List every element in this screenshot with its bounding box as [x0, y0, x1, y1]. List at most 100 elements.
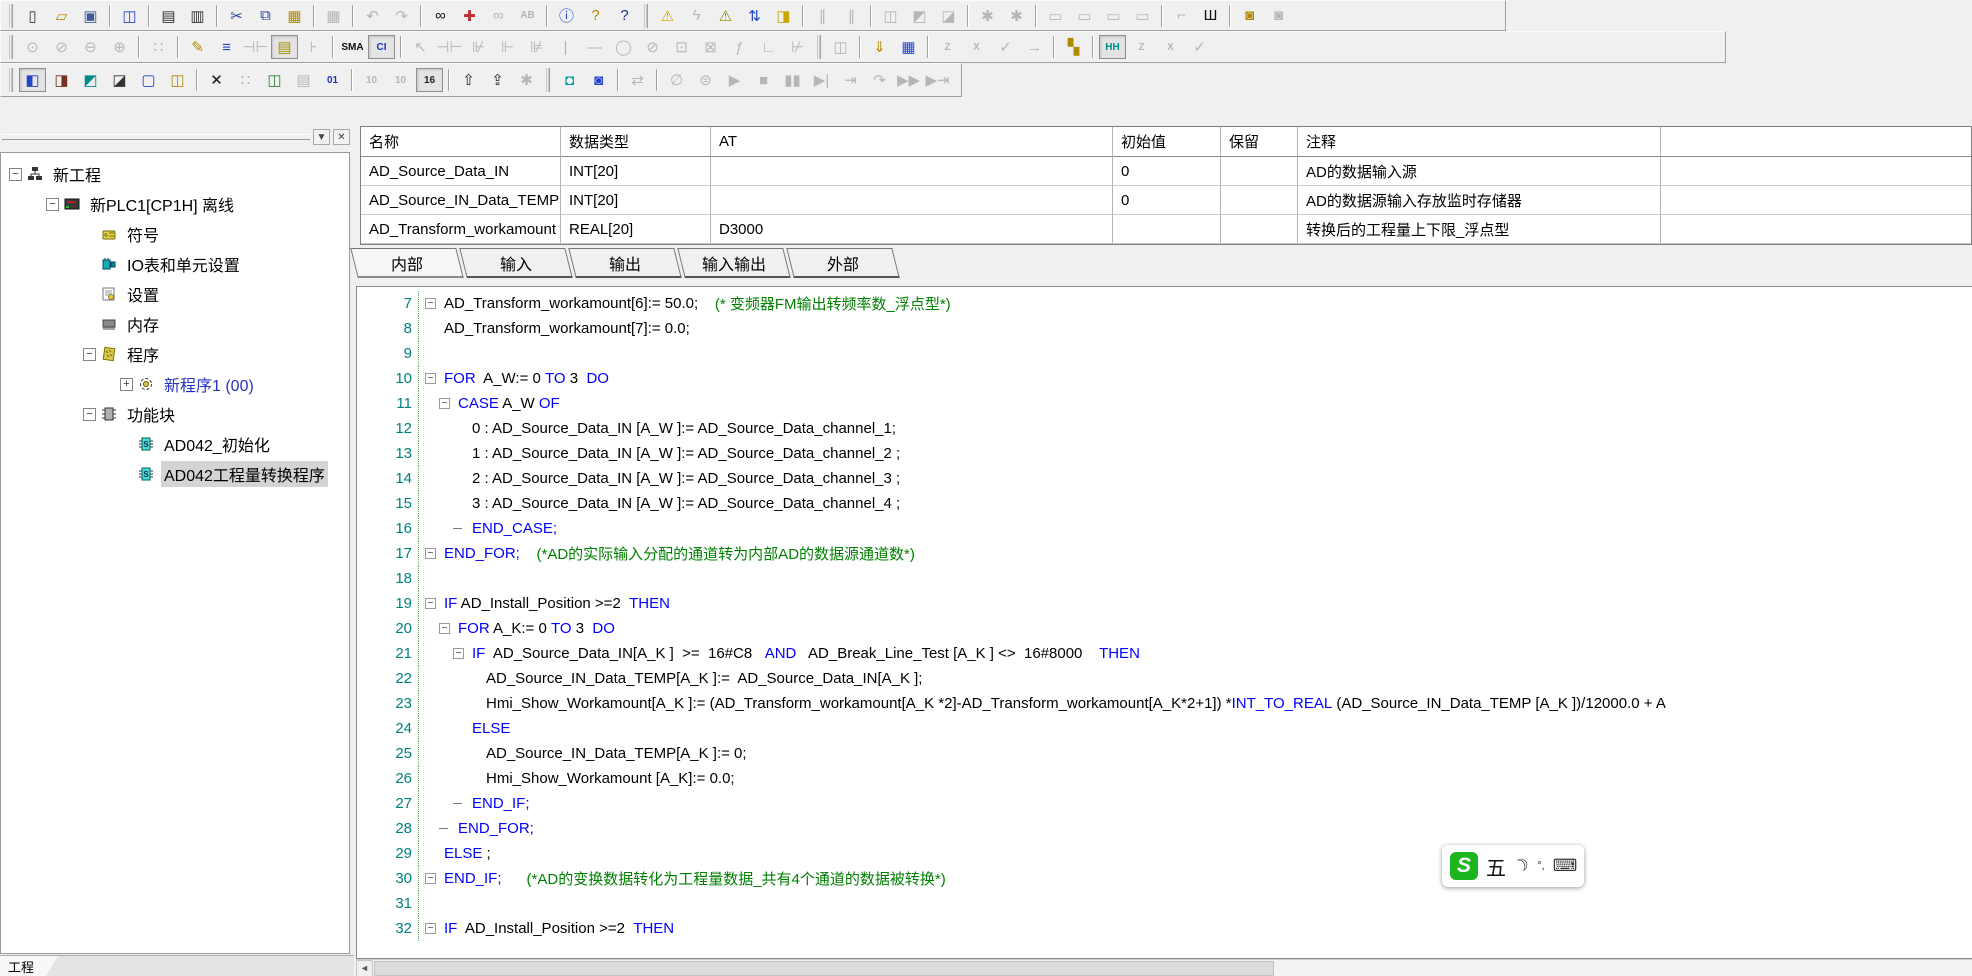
code-line-27[interactable]: 27END_IF; [357, 791, 1972, 816]
fold-box-icon[interactable]: − [453, 648, 472, 659]
select-mode-icon[interactable]: ↖ [407, 35, 434, 59]
context-help-icon[interactable]: ? [611, 4, 638, 28]
scroll-thumb[interactable] [374, 961, 1274, 976]
tree-item-programs[interactable]: −程序 [1, 339, 349, 369]
ci-window-icon[interactable]: CI [368, 35, 395, 59]
ime-keyboard-icon[interactable]: ⌨ [1553, 856, 1578, 876]
table-row[interactable]: AD_Transform_workamountREAL[20]D3000转换后的… [361, 215, 1971, 244]
code-line-13[interactable]: 131 : AD_Source_Data_IN [A_W ]:= AD_Sour… [357, 441, 1972, 466]
ime-halfwidth-icon[interactable]: ☽ [1510, 854, 1533, 879]
cell-comment[interactable]: 转换后的工程量上下限_浮点型 [1298, 215, 1661, 244]
print-preview-icon[interactable]: ▥ [184, 4, 211, 28]
symbol-display-icon[interactable]: ≡ [213, 35, 240, 59]
change-all-icon[interactable]: AB [514, 4, 541, 28]
toolbar-handle[interactable] [9, 68, 13, 92]
code-line-9[interactable]: 9 [357, 341, 1972, 366]
data-grid-icon[interactable]: ▦ [895, 35, 922, 59]
crossref-window-icon[interactable]: ◪ [106, 68, 133, 92]
doc-z-icon[interactable]: Z [934, 35, 961, 59]
fb-instance-list-icon[interactable]: ▚ [1060, 35, 1087, 59]
section-tab-3[interactable]: 输出 [568, 248, 681, 278]
new-file-icon[interactable]: ▯ [19, 4, 46, 28]
function-invoke-icon[interactable]: ƒ [726, 35, 753, 59]
step-over-icon[interactable]: ↷ [866, 68, 893, 92]
zoom-in-icon[interactable]: ⊕ [106, 35, 133, 59]
comment-icon[interactable]: ✎ [184, 35, 211, 59]
code-line-25[interactable]: 25AD_Source_IN_Data_TEMP[A_K ]:= 0; [357, 741, 1972, 766]
code-line-7[interactable]: 7−AD_Transform_workamount[6]:= 50.0; (* … [357, 291, 1972, 316]
fold-box-icon[interactable]: − [439, 398, 458, 409]
doc-ok-icon[interactable]: ✓ [992, 35, 1019, 59]
editor-h-scrollbar[interactable]: ◄ [356, 959, 1972, 976]
fold-box-icon[interactable]: − [425, 873, 444, 884]
radix-hex-icon[interactable]: 16 [416, 68, 443, 92]
code-line-8[interactable]: 8AD_Transform_workamount[7]:= 0.0; [357, 316, 1972, 341]
cell-at[interactable] [711, 186, 1113, 215]
rung-annotation-icon[interactable]: ▤ [271, 35, 298, 59]
protect-lock-icon[interactable]: ◙ [1236, 4, 1263, 28]
ime-punctuation-icon[interactable]: °, [1537, 860, 1544, 872]
contact-no-icon[interactable]: ⊣⊢ [436, 35, 463, 59]
code-line-22[interactable]: 22AD_Source_IN_Data_TEMP[A_K ]:= AD_Sour… [357, 666, 1972, 691]
line-corner-icon[interactable]: ∟ [755, 35, 782, 59]
copy-icon[interactable]: ⧉ [252, 4, 279, 28]
zoom-out-icon[interactable]: ⊖ [77, 35, 104, 59]
address-window-icon[interactable]: ◫ [164, 68, 191, 92]
contact-or-nc-icon[interactable]: ⊯ [523, 35, 550, 59]
step-in-icon[interactable]: ⇥ [837, 68, 864, 92]
code-line-23[interactable]: 23Hmi_Show_Workamount[A_K ]:= (AD_Transf… [357, 691, 1972, 716]
section-tab-2[interactable]: 输入 [459, 248, 572, 278]
fold-box-icon[interactable]: − [425, 548, 444, 559]
tree-item-settings[interactable]: 设置 [1, 279, 349, 309]
line-vertical-icon[interactable]: | [552, 35, 579, 59]
code-line-10[interactable]: 10−FOR A_W:= 0 TO 3 DO [357, 366, 1972, 391]
grid-icon[interactable]: ∷ [145, 35, 172, 59]
st-code-editor[interactable]: 7−AD_Transform_workamount[6]:= 50.0; (* … [356, 286, 1972, 959]
code-line-18[interactable]: 18 [357, 566, 1972, 591]
cell-name[interactable]: AD_Source_IN_Data_TEMP [361, 186, 561, 215]
toolbar-handle[interactable] [817, 35, 821, 59]
tree-item-io-table-unit-setup[interactable]: IO表和单元设置 [1, 249, 349, 279]
undo-icon[interactable]: ↶ [359, 4, 386, 28]
fold-box-icon[interactable]: − [425, 598, 444, 609]
force-cancel-icon[interactable]: ✱ [1003, 4, 1030, 28]
column-header-extra[interactable] [1661, 127, 1971, 157]
watch-window-icon[interactable]: ◩ [77, 68, 104, 92]
toolbar-handle[interactable] [9, 35, 13, 59]
redo-icon[interactable]: ↷ [388, 4, 415, 28]
scroll-left-button[interactable]: ◄ [356, 960, 373, 976]
tree-item-memory[interactable]: 内存 [1, 309, 349, 339]
code-line-17[interactable]: 17−END_FOR; (*AD的实际输入分配的通道转为内部AD的数据源通道数*… [357, 541, 1972, 566]
program-transfer-icon[interactable]: ◩ [906, 4, 933, 28]
invert-icon[interactable]: ⊬ [784, 35, 811, 59]
compile-all-icon[interactable]: ϟ [683, 4, 710, 28]
instruction-reset-icon[interactable]: ⊠ [697, 35, 724, 59]
code-line-20[interactable]: 20−FOR A_K:= 0 TO 3 DO [357, 616, 1972, 641]
online-edit-compile-icon[interactable]: ◨ [770, 4, 797, 28]
doc-x-icon[interactable]: X [963, 35, 990, 59]
code-line-28[interactable]: 28END_FOR; [357, 816, 1972, 841]
section-tab-5[interactable]: 外部 [786, 248, 899, 278]
cell-comment[interactable]: AD的数据源输入存放监时存储器 [1298, 186, 1661, 215]
table-row[interactable]: AD_Source_IN_Data_TEMPINT[20]0AD的数据源输入存放… [361, 186, 1971, 215]
code-line-15[interactable]: 153 : AD_Source_Data_IN [A_W ]:= AD_Sour… [357, 491, 1972, 516]
doc-go-icon[interactable]: → [1021, 35, 1048, 59]
line-horizontal-icon[interactable]: — [581, 35, 608, 59]
collapse-box-icon[interactable]: − [83, 348, 96, 361]
work-online-icon[interactable]: ◙ [585, 68, 612, 92]
find-icon[interactable]: ∞ [427, 4, 454, 28]
collapse-box-icon[interactable]: − [83, 408, 96, 421]
workspace-window-icon[interactable]: ◧ [19, 68, 46, 92]
cell-extra[interactable] [1661, 157, 1971, 186]
window-tile-v-icon[interactable]: ▭ [1100, 4, 1127, 28]
cell-extra[interactable] [1661, 215, 1971, 244]
column-header-retained[interactable]: 保留 [1221, 127, 1298, 157]
ladder-page-icon[interactable]: ◫ [261, 68, 288, 92]
tree-item-fb-ad042-transform[interactable]: SAD042工程量转换程序 [1, 459, 349, 489]
workspace-collapse-button[interactable]: ▼ [313, 129, 330, 145]
fold-box-icon[interactable]: − [425, 298, 444, 309]
block-display-icon[interactable]: ⊦ [300, 35, 327, 59]
find-compile-error-icon[interactable]: ⚠ [712, 4, 739, 28]
transfer-compile-icon[interactable]: ⇅ [741, 4, 768, 28]
step-trace-icon[interactable]: ⌐ [1168, 4, 1195, 28]
